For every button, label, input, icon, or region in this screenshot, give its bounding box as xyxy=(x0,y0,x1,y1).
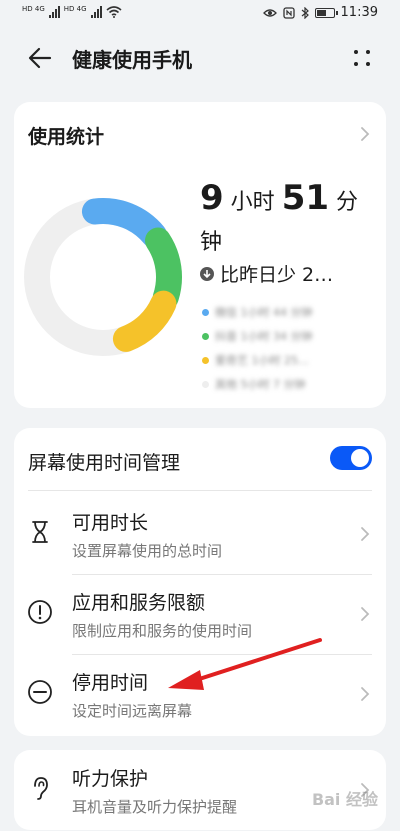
status-left: HD 4G HD 4G xyxy=(22,6,122,18)
legend-text: 爱奇艺 1小时 25… xyxy=(215,354,309,367)
legend-text: 微信 1小时 44 分钟 xyxy=(215,306,313,319)
item-title: 停用时间 xyxy=(72,672,149,694)
network-label-2: HD 4G xyxy=(63,5,87,13)
bluetooth-icon xyxy=(301,6,309,19)
minus-circle-icon xyxy=(26,678,54,706)
list-item-available-time[interactable]: 可用时长 设置屏幕使用的总时间 xyxy=(14,494,386,574)
usage-minutes-unit-trailing: 钟 xyxy=(200,230,223,255)
usage-minutes: 51 xyxy=(281,178,330,218)
legend-item: 爱奇艺 1小时 25… xyxy=(202,348,372,372)
item-title: 应用和服务限额 xyxy=(72,592,206,614)
watermark: Bai 经验 xyxy=(311,790,378,809)
item-title: 可用时长 xyxy=(72,512,149,534)
legend-item: 微信 1小时 44 分钟 xyxy=(202,300,372,324)
donut-segment-2 xyxy=(112,290,177,352)
red-annotation-arrow-icon xyxy=(168,638,322,690)
nfc-icon xyxy=(282,6,295,19)
usage-hours-unit: 小时 xyxy=(230,190,275,215)
top-bar: 健康使用手机 xyxy=(0,36,400,80)
more-dots-icon[interactable] xyxy=(352,48,372,68)
legend-text: 抖音 1小时 34 分钟 xyxy=(215,330,313,343)
screen-time-toggle-label: 屏幕使用时间管理 xyxy=(28,452,181,474)
legend-item: 抖音 1小时 34 分钟 xyxy=(202,324,372,348)
item-subtitle: 设置屏幕使用的总时间 xyxy=(72,542,223,560)
usage-minutes-unit: 分 xyxy=(336,190,359,215)
legend-dot xyxy=(202,332,209,340)
page-title: 健康使用手机 xyxy=(72,48,192,72)
donut-segment-1 xyxy=(145,227,182,311)
legend-item: 其他 5小时 7 分钟 xyxy=(202,372,372,396)
screen-time-toggle[interactable] xyxy=(330,446,372,470)
divider xyxy=(28,490,372,491)
chevron-right-icon xyxy=(360,526,370,542)
usage-donut-chart xyxy=(24,198,182,356)
back-arrow-icon[interactable] xyxy=(26,44,54,72)
ear-icon xyxy=(26,774,54,802)
status-bar: HD 4G HD 4G 11:39 xyxy=(0,0,400,28)
battery-icon xyxy=(314,7,338,18)
legend-dot xyxy=(202,308,209,316)
signal-icon xyxy=(90,6,102,18)
total-usage-time: 9 小时 51 分 钟 xyxy=(200,178,380,263)
usage-stats-card[interactable]: 使用统计 9 小时 51 分 钟 比昨日少 2… 微信 1小时 44 分钟 抖音 … xyxy=(14,102,386,408)
usage-legend: 微信 1小时 44 分钟 抖音 1小时 34 分钟 爱奇艺 1小时 25… 其他 5小… xyxy=(202,300,372,396)
network-label-1: HD 4G xyxy=(22,5,45,13)
comparison-row: 比昨日少 2… xyxy=(200,260,333,287)
usage-hours: 9 xyxy=(200,178,224,218)
chevron-right-icon xyxy=(360,686,370,702)
eye-icon xyxy=(262,8,277,17)
item-title: 听力保护 xyxy=(72,768,149,790)
item-subtitle: 耳机音量及听力保护提醒 xyxy=(72,798,238,816)
legend-dot xyxy=(202,356,209,364)
comparison-text: 比昨日少 2… xyxy=(220,264,334,286)
exclamation-circle-icon xyxy=(26,598,54,626)
signal-icon xyxy=(48,6,60,18)
item-subtitle: 设定时间远离屏幕 xyxy=(72,702,193,720)
legend-text: 其他 5小时 7 分钟 xyxy=(215,378,306,391)
wifi-icon xyxy=(106,6,122,18)
donut-segment-0 xyxy=(81,198,167,248)
legend-dot xyxy=(202,380,209,388)
down-arrow-icon xyxy=(200,266,214,281)
hourglass-icon xyxy=(26,518,54,546)
usage-stats-title: 使用统计 xyxy=(28,126,105,148)
status-right: 11:39 xyxy=(262,5,378,20)
chevron-right-icon xyxy=(360,126,370,142)
clock: 11:39 xyxy=(340,5,378,20)
chevron-right-icon xyxy=(360,606,370,622)
screen-time-toggle-row: 屏幕使用时间管理 xyxy=(14,428,386,490)
